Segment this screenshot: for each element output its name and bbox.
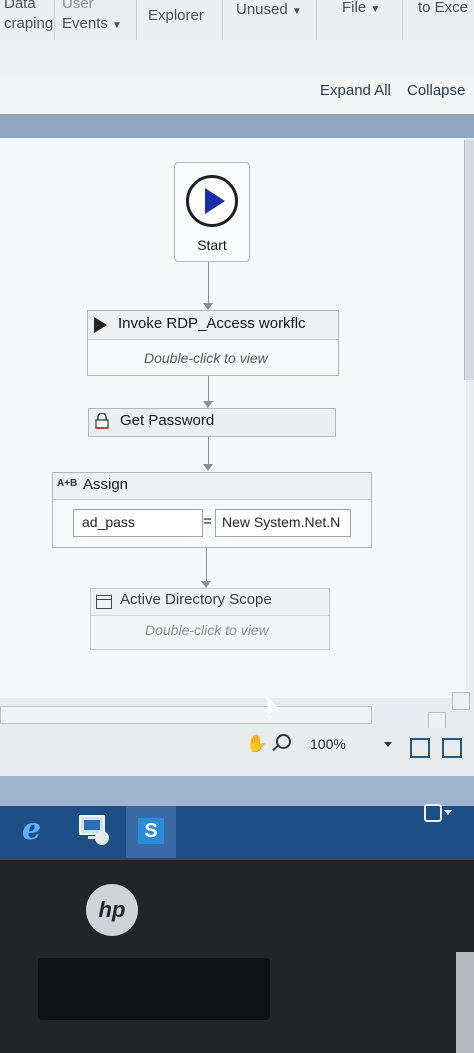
start-node[interactable]: Start <box>174 162 250 262</box>
ribbon-user-events[interactable]: User Events ▼ <box>62 0 122 36</box>
assign-to-value: ad_pass <box>82 514 135 530</box>
activity-title: Active Directory Scope <box>120 591 272 608</box>
assign-to-field[interactable]: ad_pass <box>73 509 203 537</box>
ribbon: Data craping User Events ▼ Explorer Unus… <box>0 0 474 43</box>
ab-icon: A+B <box>57 478 78 489</box>
activity-header: A+B Assign <box>53 473 371 500</box>
connector-arrow <box>201 548 211 588</box>
activity-title: Get Password <box>120 412 215 429</box>
ribbon-separator <box>54 0 55 40</box>
activity-title: Invoke RDP_Access workflc <box>118 315 306 332</box>
chevron-down-icon: ▼ <box>112 20 122 31</box>
monitor-stand <box>38 958 270 1020</box>
ribbon-separator <box>402 0 403 40</box>
chevron-down-icon[interactable] <box>384 742 392 747</box>
ribbon-label-bottom: File <box>342 0 367 16</box>
full-screen-icon[interactable] <box>442 738 462 758</box>
connector-arrow <box>203 437 213 471</box>
assign-operator: = <box>203 513 212 530</box>
collapse-all-button[interactable]: Collapse <box>407 82 465 99</box>
ribbon-label-top: Data <box>4 0 36 12</box>
ribbon-label-bottom: to Exce <box>418 0 469 16</box>
expand-all-button[interactable]: Expand All <box>320 82 391 99</box>
assign-value-field[interactable]: New System.Net.N <box>215 509 351 537</box>
chevron-down-icon[interactable] <box>444 810 452 815</box>
activity-hint: Double-click to view <box>145 622 269 638</box>
monitor-bezel <box>0 860 474 1053</box>
remote-desktop-icon[interactable] <box>76 812 112 848</box>
ribbon-label-top: User <box>62 0 94 12</box>
designer-status-bar <box>0 728 474 770</box>
ribbon-data-scraping[interactable]: Data craping <box>4 0 53 34</box>
ribbon-to-excel[interactable]: to Exce <box>418 0 468 18</box>
active-directory-scope-activity[interactable]: Active Directory Scope Double-click to v… <box>90 588 330 650</box>
studio-icon[interactable]: S <box>138 818 164 844</box>
internet-explorer-icon[interactable]: e <box>22 812 56 847</box>
activity-header: Invoke RDP_Access workflc <box>88 311 338 340</box>
monitor-screen: Data craping User Events ▼ Explorer Unus… <box>0 0 474 860</box>
ribbon-label-bottom: Explorer <box>148 7 204 24</box>
connector-arrow <box>203 262 213 310</box>
invoke-workflow-activity[interactable]: Invoke RDP_Access workflc Double-click t… <box>87 310 339 376</box>
fit-to-screen-icon[interactable] <box>410 738 430 758</box>
ribbon-lower-area <box>0 42 474 78</box>
tray-settings-icon[interactable] <box>424 804 442 822</box>
ribbon-unused[interactable]: Unused ▼ <box>236 0 302 22</box>
activity-title: Assign <box>83 476 129 493</box>
ribbon-file[interactable]: File ▼ <box>342 0 380 20</box>
start-label: Start <box>197 237 227 253</box>
ribbon-separator <box>222 0 223 40</box>
activity-header: Active Directory Scope <box>91 589 329 616</box>
taskbar-icons-row <box>0 806 474 860</box>
hp-logo: hp <box>86 884 138 936</box>
hand-icon[interactable]: ✋ <box>246 734 267 754</box>
ribbon-label-bottom: craping <box>4 15 54 32</box>
zoom-level[interactable]: 100% <box>310 736 346 752</box>
get-password-activity[interactable]: Get Password <box>88 408 336 437</box>
connector-arrow <box>203 376 213 408</box>
chevron-down-icon: ▼ <box>370 4 381 15</box>
desk-edge <box>456 952 474 1053</box>
ribbon-explorer[interactable]: Explorer <box>148 6 204 26</box>
assign-activity[interactable]: A+B Assign ad_pass = New System.Net.N <box>52 472 372 548</box>
vertical-scrollbar[interactable] <box>464 140 474 380</box>
zoom-icon[interactable] <box>276 734 291 749</box>
play-icon <box>186 175 238 227</box>
ribbon-separator <box>136 0 137 40</box>
ribbon-label-bottom: Unused <box>236 1 288 18</box>
ribbon-separator <box>316 0 317 40</box>
designer-title-strip <box>0 114 474 138</box>
activity-hint: Double-click to view <box>144 350 268 366</box>
assign-value-text: New System.Net.N <box>222 514 341 530</box>
horizontal-scrollbar[interactable] <box>0 706 372 724</box>
taskbar-top-band <box>0 776 474 806</box>
ads-icon <box>96 595 112 609</box>
scroll-down-button[interactable] <box>452 692 470 710</box>
invoke-icon <box>94 317 107 333</box>
chevron-down-icon: ▼ <box>291 6 302 17</box>
ribbon-label-bottom: Events <box>62 15 108 32</box>
designer-header <box>0 78 474 115</box>
lock-icon <box>95 413 109 429</box>
